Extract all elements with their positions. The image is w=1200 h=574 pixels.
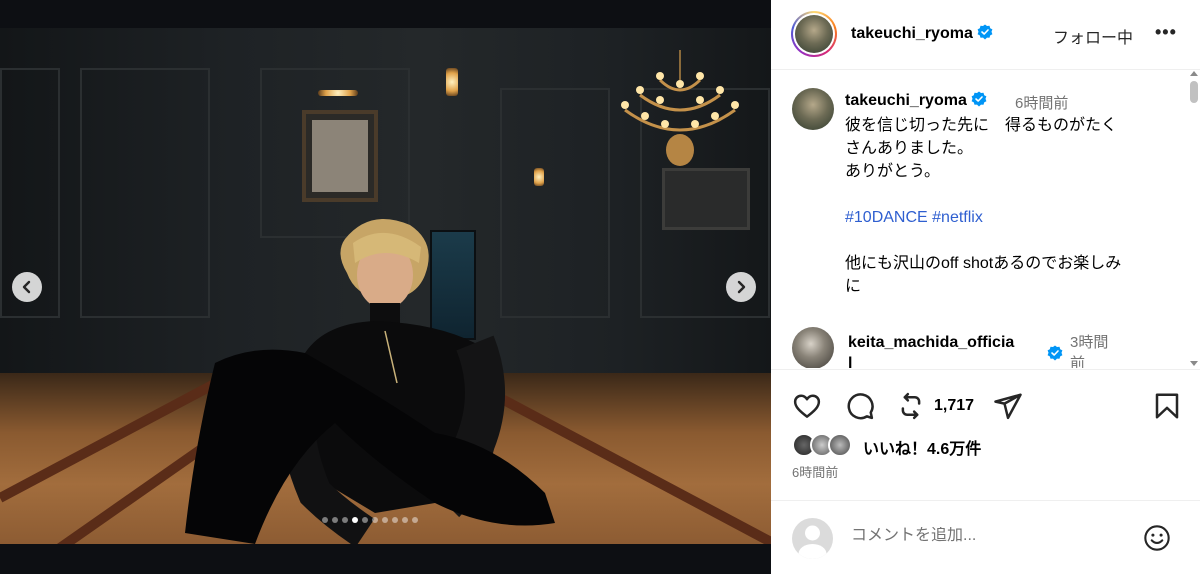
scroll-up-arrow[interactable] xyxy=(1190,71,1198,76)
caption-body: 彼を信じ切った先に 得るものがたく さんありました。 ありがとう。 xyxy=(845,117,1118,180)
carousel-dot xyxy=(412,517,418,523)
comments-section: takeuchi_ryoma 6時間前 彼を信じ切った先に 得るものがたく さん… xyxy=(771,71,1200,368)
comment-input[interactable] xyxy=(851,527,1131,545)
verified-badge-icon xyxy=(977,24,993,40)
following-button[interactable]: フォロー中 xyxy=(1053,24,1133,48)
scroll-down-arrow[interactable] xyxy=(1190,361,1198,366)
carousel-dot xyxy=(392,517,398,523)
post-photo xyxy=(0,28,771,544)
post-actions: 1,717 いいね！4.6万件 6時間前 xyxy=(771,369,1200,499)
carousel-dot xyxy=(332,517,338,523)
picture-light xyxy=(318,90,358,96)
more-options-button[interactable]: ••• xyxy=(1155,22,1177,43)
likes-count[interactable]: いいね！4.6万件 xyxy=(863,435,981,459)
emoji-icon[interactable] xyxy=(1143,524,1171,552)
caption-body-2: 他にも沢山のoff shotあるのでお楽しみ に xyxy=(845,255,1122,295)
comments-scrollbar[interactable] xyxy=(1187,71,1200,368)
caption-username: takeuchi_ryoma xyxy=(845,92,967,109)
wall-lamp xyxy=(446,68,458,96)
wall-painting xyxy=(302,110,378,202)
share-icon xyxy=(994,393,1022,420)
caption-text: 彼を信じ切った先に 得るものがたく さんありました。 ありがとう。 #10DAN… xyxy=(845,114,1165,298)
commenter-username[interactable]: keita_machida_officia l xyxy=(848,332,1048,368)
scroll-thumb[interactable] xyxy=(1190,81,1198,103)
caption-username-link[interactable]: takeuchi_ryoma xyxy=(845,91,987,110)
current-user-avatar xyxy=(792,518,833,559)
avatar xyxy=(828,433,852,457)
heart-icon xyxy=(793,394,821,418)
post-media xyxy=(0,0,771,574)
repost-button[interactable] xyxy=(896,391,926,421)
comment-button[interactable] xyxy=(845,391,875,421)
carousel-indicator xyxy=(322,517,418,523)
share-button[interactable] xyxy=(993,391,1023,421)
save-button[interactable] xyxy=(1152,391,1182,421)
author-avatar[interactable] xyxy=(791,11,837,57)
carousel-dot xyxy=(402,517,408,523)
like-button[interactable] xyxy=(792,391,822,421)
author-username: takeuchi_ryoma xyxy=(851,25,973,42)
repost-icon xyxy=(901,392,921,420)
hashtag-link[interactable]: #netflix xyxy=(932,209,983,226)
verified-badge-icon xyxy=(1047,345,1063,361)
post-sidebar: takeuchi_ryoma フォロー中 ••• takeuchi_ryoma … xyxy=(771,0,1200,574)
chevron-right-icon xyxy=(737,280,746,294)
previous-slide-button[interactable] xyxy=(12,272,42,302)
add-comment-bar xyxy=(771,500,1200,574)
comment-icon xyxy=(847,393,874,420)
wall-painting xyxy=(662,168,750,230)
carousel-dot xyxy=(372,517,378,523)
carousel-dot xyxy=(352,517,358,523)
carousel-dot xyxy=(342,517,348,523)
bookmark-icon xyxy=(1155,393,1179,419)
carousel-dot xyxy=(362,517,368,523)
seated-person xyxy=(185,218,555,544)
post-header: takeuchi_ryoma フォロー中 ••• xyxy=(771,0,1200,70)
comment-time: 3時間 前 xyxy=(1070,334,1109,368)
caption-avatar[interactable] xyxy=(792,88,834,130)
carousel-dot xyxy=(322,517,328,523)
repost-count: 1,717 xyxy=(934,397,975,414)
chevron-left-icon xyxy=(22,280,31,294)
hashtag-link[interactable]: #10DANCE xyxy=(845,209,928,226)
carousel-dot xyxy=(382,517,388,523)
wall-lamp xyxy=(534,168,544,186)
caption-time: 6時間前 xyxy=(1015,95,1069,112)
post-timestamp[interactable]: 6時間前 xyxy=(792,462,838,481)
verified-badge-icon xyxy=(971,91,987,107)
next-slide-button[interactable] xyxy=(726,272,756,302)
commenter-avatar[interactable] xyxy=(792,327,834,368)
author-username-link[interactable]: takeuchi_ryoma xyxy=(851,24,993,43)
chandelier xyxy=(621,50,739,166)
